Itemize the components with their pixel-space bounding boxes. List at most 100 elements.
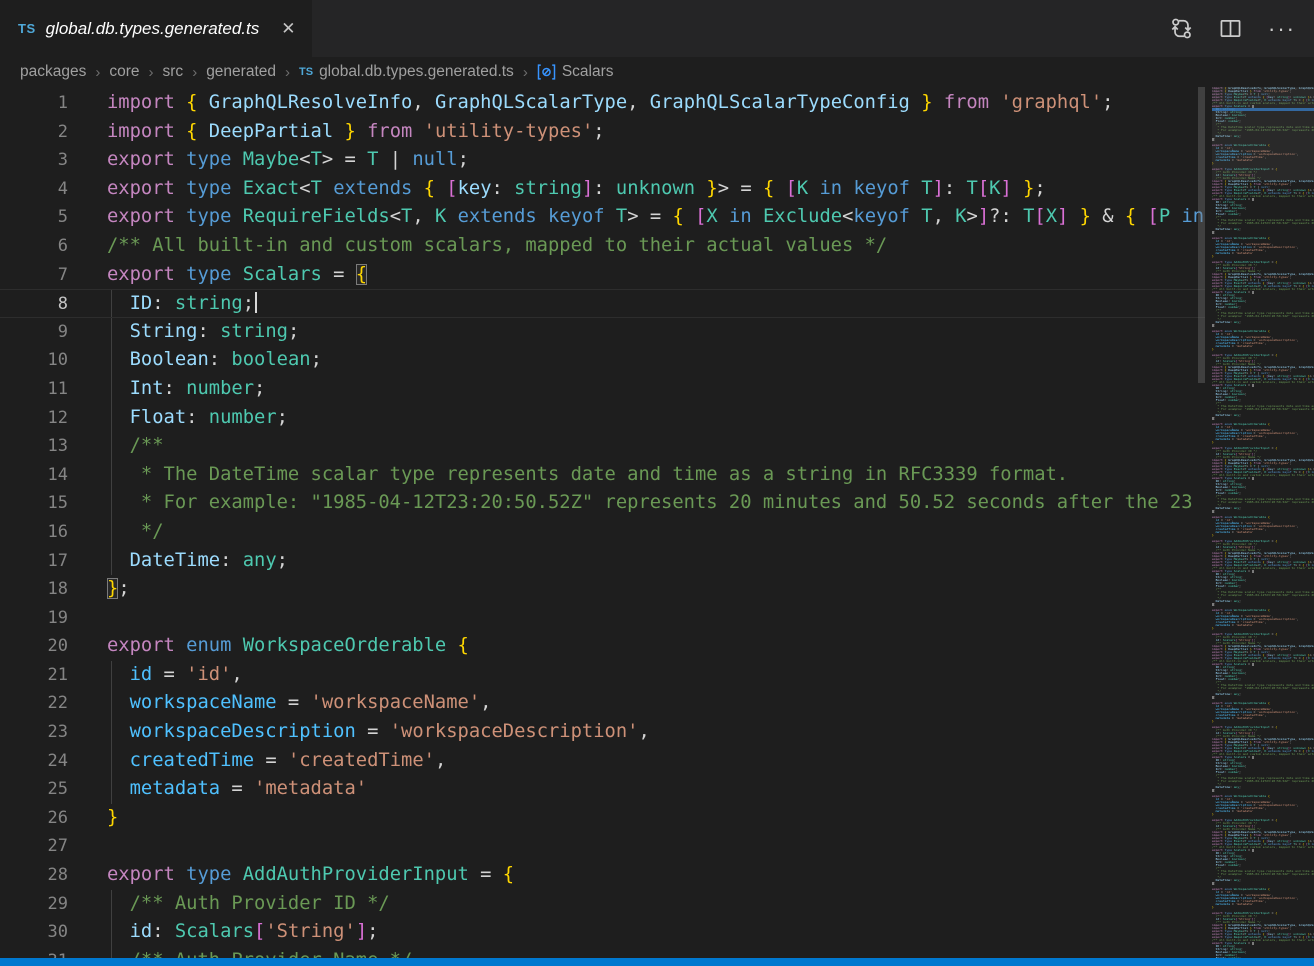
code-line[interactable]: 3export type Maybe<T> = T | null; bbox=[0, 146, 1205, 175]
code-line[interactable]: 19 bbox=[0, 604, 1205, 633]
breadcrumb-separator: › bbox=[285, 64, 290, 81]
line-number[interactable]: 12 bbox=[0, 404, 68, 433]
breadcrumb-item[interactable]: src bbox=[163, 63, 184, 81]
line-number[interactable]: 27 bbox=[0, 832, 68, 861]
code-line[interactable]: 14 * The DateTime scalar type represents… bbox=[0, 461, 1205, 490]
line-number[interactable]: 28 bbox=[0, 861, 68, 890]
code-line[interactable]: 1import { GraphQLResolveInfo, GraphQLSca… bbox=[0, 89, 1205, 118]
code-line[interactable]: 4export type Exact<T extends { [key: str… bbox=[0, 175, 1205, 204]
minimap-line: * For example: "1985-04-12T23:20:50.52Z"… bbox=[1212, 129, 1314, 132]
line-number[interactable]: 8 bbox=[0, 290, 68, 317]
minimap[interactable]: import { GraphQLResolveInfo, GraphQLScal… bbox=[1212, 87, 1314, 966]
text-cursor bbox=[255, 292, 257, 313]
line-number[interactable]: 6 bbox=[0, 232, 68, 261]
code-line[interactable]: 29 /** Auth Provider ID */ bbox=[0, 890, 1205, 919]
code-line[interactable]: 25 metadata = 'metadata' bbox=[0, 775, 1205, 804]
code-line[interactable]: 15 * For example: "1985-04-12T23:20:50.5… bbox=[0, 489, 1205, 518]
code-editor[interactable]: 1import { GraphQLResolveInfo, GraphQLSca… bbox=[0, 87, 1205, 966]
code-line[interactable]: 5export type RequireFields<T, K extends … bbox=[0, 203, 1205, 232]
line-number[interactable]: 2 bbox=[0, 118, 68, 147]
minimap-line: * For example: "1985-04-12T23:20:50.52Z"… bbox=[1212, 594, 1314, 597]
close-icon[interactable]: ✕ bbox=[281, 20, 295, 37]
breadcrumb-label: packages bbox=[20, 63, 86, 81]
code-line[interactable]: 22 workspaceName = 'workspaceName', bbox=[0, 689, 1205, 718]
code-line[interactable]: 20export enum WorkspaceOrderable { bbox=[0, 632, 1205, 661]
code-line[interactable]: 12 Float: number; bbox=[0, 404, 1205, 433]
code-line[interactable]: 8 ID: string; bbox=[0, 289, 1205, 318]
code-line[interactable]: 30 id: Scalars['String']; bbox=[0, 918, 1205, 947]
minimap-line: * For example: "1985-04-12T23:20:50.52Z"… bbox=[1212, 780, 1314, 783]
minimap-line: * For example: "1985-04-12T23:20:50.52Z"… bbox=[1212, 873, 1314, 876]
line-number[interactable]: 22 bbox=[0, 689, 68, 718]
code-line[interactable]: 27 bbox=[0, 832, 1205, 861]
line-number[interactable]: 11 bbox=[0, 375, 68, 404]
code-line[interactable]: 7export type Scalars = { bbox=[0, 261, 1205, 290]
line-number[interactable]: 17 bbox=[0, 547, 68, 576]
open-changes-icon[interactable] bbox=[1170, 17, 1193, 40]
indent-guide bbox=[111, 461, 112, 490]
breadcrumb-separator: › bbox=[95, 64, 100, 81]
code-line[interactable]: 6/** All built-in and custom scalars, ma… bbox=[0, 232, 1205, 261]
line-number[interactable]: 20 bbox=[0, 632, 68, 661]
code-line[interactable]: 11 Int: number; bbox=[0, 375, 1205, 404]
line-number[interactable]: 16 bbox=[0, 518, 68, 547]
more-actions-icon[interactable]: ··· bbox=[1268, 23, 1296, 34]
indent-guide bbox=[111, 318, 112, 347]
vscode-window: TS global.db.types.generated.ts ✕ bbox=[0, 0, 1314, 966]
breadcrumb-item[interactable]: generated bbox=[206, 63, 276, 81]
code-line[interactable]: 2import { DeepPartial } from 'utility-ty… bbox=[0, 118, 1205, 147]
code-line[interactable]: 10 Boolean: boolean; bbox=[0, 346, 1205, 375]
line-number[interactable]: 4 bbox=[0, 175, 68, 204]
code-line[interactable]: 24 createdTime = 'createdTime', bbox=[0, 747, 1205, 776]
breadcrumb-label: src bbox=[163, 63, 184, 81]
line-number[interactable]: 19 bbox=[0, 604, 68, 633]
code-line[interactable]: 16 */ bbox=[0, 518, 1205, 547]
breadcrumb-item[interactable]: Scalars bbox=[537, 63, 614, 81]
line-number[interactable]: 24 bbox=[0, 747, 68, 776]
minimap-line: * For example: "1985-04-12T23:20:50.52Z"… bbox=[1212, 222, 1314, 225]
breadcrumb-separator: › bbox=[523, 64, 528, 81]
line-number[interactable]: 25 bbox=[0, 775, 68, 804]
line-number[interactable]: 7 bbox=[0, 261, 68, 290]
indent-guide bbox=[111, 489, 112, 518]
line-number[interactable]: 30 bbox=[0, 918, 68, 947]
indent-guide bbox=[111, 918, 112, 947]
breadcrumb-item[interactable]: TSglobal.db.types.generated.ts bbox=[299, 63, 514, 81]
indent-guide bbox=[111, 290, 112, 317]
line-number[interactable]: 18 bbox=[0, 575, 68, 604]
line-number[interactable]: 13 bbox=[0, 432, 68, 461]
editor-tab[interactable]: TS global.db.types.generated.ts ✕ bbox=[0, 0, 312, 57]
editor-actions: ··· bbox=[1170, 0, 1314, 57]
line-number[interactable]: 23 bbox=[0, 718, 68, 747]
vertical-scrollbar[interactable] bbox=[1198, 87, 1205, 383]
minimap-line: * For example: "1985-04-12T23:20:50.52Z"… bbox=[1212, 315, 1314, 318]
breadcrumb-item[interactable]: core bbox=[109, 63, 139, 81]
line-number[interactable]: 15 bbox=[0, 489, 68, 518]
tab-title: global.db.types.generated.ts bbox=[46, 19, 260, 39]
indent-guide bbox=[111, 718, 112, 747]
line-number[interactable]: 3 bbox=[0, 146, 68, 175]
line-number[interactable]: 29 bbox=[0, 890, 68, 919]
code-line[interactable]: 28export type AddAuthProviderInput = { bbox=[0, 861, 1205, 890]
code-line[interactable]: 13 /** bbox=[0, 432, 1205, 461]
line-number[interactable]: 5 bbox=[0, 203, 68, 232]
code-line[interactable]: 21 id = 'id', bbox=[0, 661, 1205, 690]
breadcrumb-label: Scalars bbox=[562, 63, 614, 81]
split-editor-icon[interactable] bbox=[1219, 17, 1242, 40]
code-line[interactable]: 26} bbox=[0, 804, 1205, 833]
code-line[interactable]: 17 DateTime: any; bbox=[0, 547, 1205, 576]
indent-guide bbox=[111, 346, 112, 375]
status-bar bbox=[0, 958, 1314, 966]
line-number[interactable]: 1 bbox=[0, 89, 68, 118]
code-line[interactable]: 23 workspaceDescription = 'workspaceDesc… bbox=[0, 718, 1205, 747]
minimap-line: * For example: "1985-04-12T23:20:50.52Z"… bbox=[1212, 501, 1314, 504]
line-number[interactable]: 21 bbox=[0, 661, 68, 690]
line-number[interactable]: 9 bbox=[0, 318, 68, 347]
minimap-line: * For example: "1985-04-12T23:20:50.52Z"… bbox=[1212, 408, 1314, 411]
code-line[interactable]: 9 String: string; bbox=[0, 318, 1205, 347]
line-number[interactable]: 10 bbox=[0, 346, 68, 375]
code-line[interactable]: 18}; bbox=[0, 575, 1205, 604]
line-number[interactable]: 26 bbox=[0, 804, 68, 833]
breadcrumb-item[interactable]: packages bbox=[20, 63, 86, 81]
line-number[interactable]: 14 bbox=[0, 461, 68, 490]
